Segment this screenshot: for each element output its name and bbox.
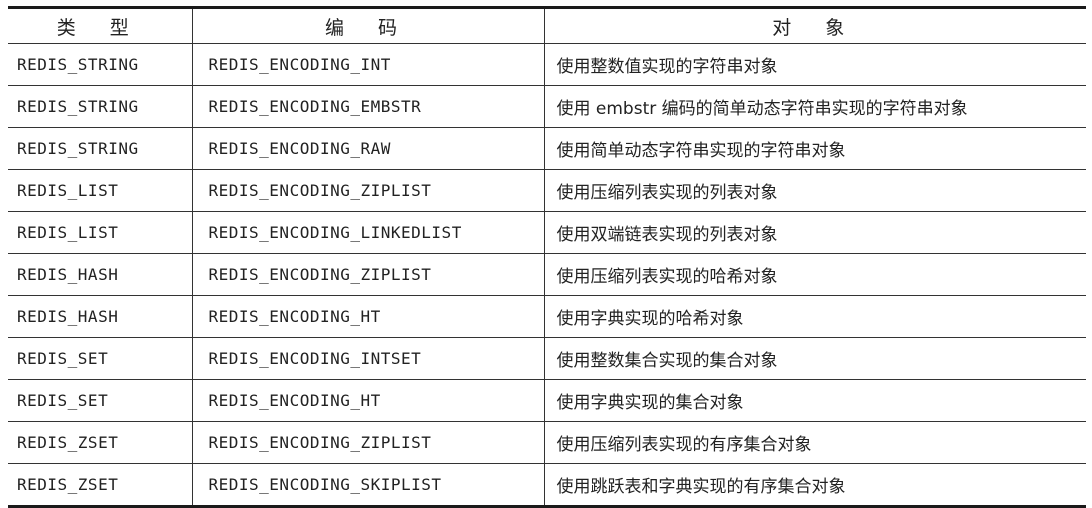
cell-object: 使用简单动态字符串实现的字符串对象 [543, 127, 1086, 170]
cell-object: 使用字典实现的集合对象 [543, 379, 1086, 422]
table-row: REDIS_LIST REDIS_ENCODING_LINKEDLIST 使用双… [8, 211, 1086, 254]
cell-type: REDIS_SET [8, 379, 192, 422]
table-row: REDIS_SET REDIS_ENCODING_HT 使用字典实现的集合对象 [8, 379, 1086, 422]
cell-encoding: REDIS_ENCODING_LINKEDLIST [191, 211, 544, 254]
table-row: REDIS_LIST REDIS_ENCODING_ZIPLIST 使用压缩列表… [8, 169, 1086, 212]
cell-encoding: REDIS_ENCODING_HT [191, 379, 544, 422]
cell-object: 使用 embstr 编码的简单动态字符串实现的字符串对象 [543, 85, 1086, 128]
cell-type: REDIS_SET [8, 337, 192, 380]
cell-encoding: REDIS_ENCODING_RAW [191, 127, 544, 170]
cell-object: 使用压缩列表实现的哈希对象 [543, 253, 1086, 296]
cell-type: REDIS_STRING [8, 127, 192, 170]
cell-type: REDIS_LIST [8, 169, 192, 212]
table-row: REDIS_HASH REDIS_ENCODING_HT 使用字典实现的哈希对象 [8, 295, 1086, 338]
header-row: 类 型 编 码 对 象 [8, 7, 1086, 44]
header-encoding: 编 码 [191, 7, 544, 44]
cell-encoding: REDIS_ENCODING_EMBSTR [191, 85, 544, 128]
cell-type: REDIS_HASH [8, 253, 192, 296]
cell-type: REDIS_LIST [8, 211, 192, 254]
cell-object: 使用整数值实现的字符串对象 [543, 43, 1086, 86]
cell-encoding: REDIS_ENCODING_ZIPLIST [191, 253, 544, 296]
cell-encoding: REDIS_ENCODING_HT [191, 295, 544, 338]
cell-object: 使用双端链表实现的列表对象 [543, 211, 1086, 254]
table-row: REDIS_ZSET REDIS_ENCODING_ZIPLIST 使用压缩列表… [8, 421, 1086, 464]
encoding-table-container: 类 型 编 码 对 象 REDIS_STRING REDIS_ENCODING_… [8, 6, 1086, 508]
cell-object: 使用整数集合实现的集合对象 [543, 337, 1086, 380]
header-object: 对 象 [543, 7, 1086, 44]
cell-encoding: REDIS_ENCODING_INT [191, 43, 544, 86]
cell-type: REDIS_STRING [8, 85, 192, 128]
cell-type: REDIS_HASH [8, 295, 192, 338]
cell-type: REDIS_ZSET [8, 421, 192, 464]
header-type: 类 型 [8, 7, 192, 44]
cell-object: 使用压缩列表实现的有序集合对象 [543, 421, 1086, 464]
cell-object: 使用字典实现的哈希对象 [543, 295, 1086, 338]
table-row: REDIS_ZSET REDIS_ENCODING_SKIPLIST 使用跳跃表… [8, 463, 1086, 507]
cell-encoding: REDIS_ENCODING_ZIPLIST [191, 421, 544, 464]
redis-encoding-table: 类 型 编 码 对 象 REDIS_STRING REDIS_ENCODING_… [8, 6, 1086, 508]
cell-object: 使用跳跃表和字典实现的有序集合对象 [543, 463, 1086, 507]
cell-encoding: REDIS_ENCODING_INTSET [191, 337, 544, 380]
table-row: REDIS_SET REDIS_ENCODING_INTSET 使用整数集合实现… [8, 337, 1086, 380]
table-row: REDIS_HASH REDIS_ENCODING_ZIPLIST 使用压缩列表… [8, 253, 1086, 296]
table-row: REDIS_STRING REDIS_ENCODING_EMBSTR 使用 em… [8, 85, 1086, 128]
table-header: 类 型 编 码 对 象 [8, 7, 1086, 44]
cell-object: 使用压缩列表实现的列表对象 [543, 169, 1086, 212]
table-row: REDIS_STRING REDIS_ENCODING_RAW 使用简单动态字符… [8, 127, 1086, 170]
cell-encoding: REDIS_ENCODING_SKIPLIST [191, 463, 544, 507]
cell-encoding: REDIS_ENCODING_ZIPLIST [191, 169, 544, 212]
cell-type: REDIS_ZSET [17, 475, 119, 494]
table-row: REDIS_STRING REDIS_ENCODING_INT 使用整数值实现的… [8, 43, 1086, 86]
cell-type: REDIS_STRING [8, 43, 192, 86]
table-body: REDIS_STRING REDIS_ENCODING_INT 使用整数值实现的… [8, 43, 1086, 507]
